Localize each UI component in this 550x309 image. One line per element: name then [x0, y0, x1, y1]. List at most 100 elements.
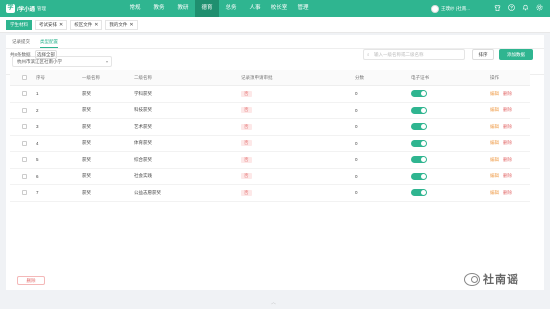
delete-link[interactable]: 删除: [503, 124, 512, 129]
edit-link[interactable]: 编辑: [490, 140, 499, 145]
header-level2[interactable]: 二级名称: [134, 75, 241, 81]
tab-1[interactable]: 考试安排 ✕: [35, 19, 68, 30]
cell-no: 1: [36, 91, 39, 97]
delete-link[interactable]: 删除: [503, 190, 512, 195]
row-checkbox[interactable]: [22, 140, 27, 146]
record-count: 共8条数据: [10, 52, 31, 57]
header-score[interactable]: 分数: [355, 75, 411, 81]
close-icon[interactable]: ✕: [129, 20, 133, 30]
header-approval[interactable]: 记录须申请审批: [241, 75, 355, 81]
cell-score: 0: [355, 140, 358, 146]
approval-badge: 否: [241, 173, 252, 180]
shirt-icon[interactable]: [492, 4, 502, 13]
edit-link[interactable]: 编辑: [490, 91, 499, 96]
row-checkbox[interactable]: [22, 173, 27, 179]
cell-level2: 综合获奖: [134, 156, 152, 162]
nav-item-1[interactable]: 教务: [147, 0, 171, 17]
add-data-button[interactable]: 添加数据: [499, 49, 533, 60]
nav-item-2[interactable]: 教研: [171, 0, 195, 17]
cell-score: 0: [355, 107, 358, 113]
avatar[interactable]: [431, 4, 439, 13]
header-no[interactable]: 序号: [36, 75, 82, 81]
help-icon[interactable]: [506, 4, 516, 13]
header-level1[interactable]: 一级名称: [82, 75, 134, 81]
edit-link[interactable]: 编辑: [490, 157, 499, 162]
tab-0[interactable]: 学生材料: [6, 19, 32, 30]
approval-badge: 否: [241, 107, 252, 114]
tab-label: 我的文件: [109, 21, 128, 27]
cell-level1: 获奖: [82, 173, 91, 179]
nav-item-5[interactable]: 人事: [243, 0, 267, 17]
cell-no: 3: [36, 124, 39, 130]
row-checkbox[interactable]: [22, 91, 27, 97]
table-row: 3 获奖 艺术获奖 否 0 编辑 删除: [10, 119, 530, 136]
header-actions: 操作: [490, 74, 499, 80]
delete-button[interactable]: 删除: [17, 276, 45, 285]
delete-link[interactable]: 删除: [503, 157, 512, 162]
nav-item-7[interactable]: 管理: [291, 0, 315, 17]
table-row: 2 获奖 科技获奖 否 0 编辑 删除: [10, 103, 530, 119]
row-checkbox[interactable]: [22, 157, 27, 163]
row-checkbox[interactable]: [22, 190, 27, 196]
wechat-icon: [464, 272, 480, 286]
cell-level1: 获奖: [82, 123, 91, 129]
delete-link[interactable]: 删除: [503, 173, 512, 178]
cell-level2: 科技获奖: [134, 107, 152, 113]
certificate-toggle[interactable]: [411, 172, 427, 180]
close-icon[interactable]: ✕: [94, 20, 98, 30]
header-certificate[interactable]: 电子证书: [411, 75, 490, 81]
cell-level2: 社会实践: [134, 173, 152, 179]
subtab-0[interactable]: 记录提交: [12, 35, 30, 48]
app-logo[interactable]: 学 /学小通 管理: [6, 4, 66, 13]
certificate-toggle[interactable]: [411, 189, 427, 197]
choose-all-button[interactable]: 选择全部: [35, 50, 57, 59]
tab-label: 学生材料: [10, 21, 28, 27]
search-input[interactable]: ⌕ 输入一级名称或二级名称: [363, 49, 465, 60]
certificate-toggle[interactable]: [411, 106, 427, 114]
cell-score: 0: [355, 124, 358, 130]
nav-item-3[interactable]: 德育: [195, 0, 219, 17]
close-icon[interactable]: ✕: [59, 20, 63, 30]
edit-link[interactable]: 编辑: [490, 107, 499, 112]
tab-2[interactable]: 校区文件 ✕: [70, 19, 103, 30]
cell-level2: 学科获奖: [134, 90, 152, 96]
bell-icon[interactable]: [520, 4, 530, 13]
select-all-checkbox[interactable]: [22, 75, 27, 80]
cell-score: 0: [355, 173, 358, 179]
cell-level1: 获奖: [82, 156, 91, 162]
sort-button[interactable]: 排序: [472, 49, 494, 60]
edit-link[interactable]: 编辑: [490, 173, 499, 178]
top-bar: 学 /学小通 管理 常规 教务 教研 德育 总务 人事 校长室 管理 王璞纱 (社南...: [0, 0, 550, 17]
tab-3[interactable]: 我的文件 ✕: [105, 19, 138, 30]
tab-label: 考试安排: [39, 21, 57, 27]
cell-score: 0: [355, 190, 358, 196]
logo-text: /学小通: [17, 6, 36, 13]
certificate-toggle[interactable]: [411, 139, 427, 147]
nav-item-6[interactable]: 校长室: [267, 0, 291, 17]
approval-badge: 否: [241, 189, 252, 196]
chevron-up-icon[interactable]: ︿: [271, 299, 276, 306]
cell-no: 6: [36, 173, 39, 179]
table-row: 5 获奖 综合获奖 否 0 编辑 删除: [10, 152, 530, 169]
top-right-area: 王璞纱 (社南...: [431, 0, 544, 17]
delete-link[interactable]: 删除: [503, 140, 512, 145]
edit-link[interactable]: 编辑: [490, 124, 499, 129]
edit-link[interactable]: 编辑: [490, 190, 499, 195]
row-checkbox[interactable]: [22, 107, 27, 113]
school-select-value: 杭州市滨江区社南小学: [17, 59, 62, 64]
approval-badge: 否: [241, 156, 252, 163]
delete-link[interactable]: 删除: [503, 91, 512, 96]
subtab-1[interactable]: 类型配置: [40, 35, 58, 48]
certificate-toggle[interactable]: [411, 90, 427, 98]
search-placeholder: 输入一级名称或二级名称: [374, 52, 424, 57]
delete-link[interactable]: 删除: [503, 107, 512, 112]
user-name[interactable]: 王璞纱 (社南...: [441, 6, 470, 12]
certificate-toggle[interactable]: [411, 156, 427, 164]
data-table: 序号 一级名称 二级名称 记录须申请审批 分数 电子证书 操作 1 获奖 学科获奖否…: [10, 70, 530, 202]
gear-icon[interactable]: [534, 4, 544, 13]
certificate-toggle[interactable]: [411, 123, 427, 131]
nav-item-0[interactable]: 常规: [123, 0, 147, 17]
cell-no: 7: [36, 190, 39, 196]
nav-item-4[interactable]: 总务: [219, 0, 243, 17]
row-checkbox[interactable]: [22, 124, 27, 130]
